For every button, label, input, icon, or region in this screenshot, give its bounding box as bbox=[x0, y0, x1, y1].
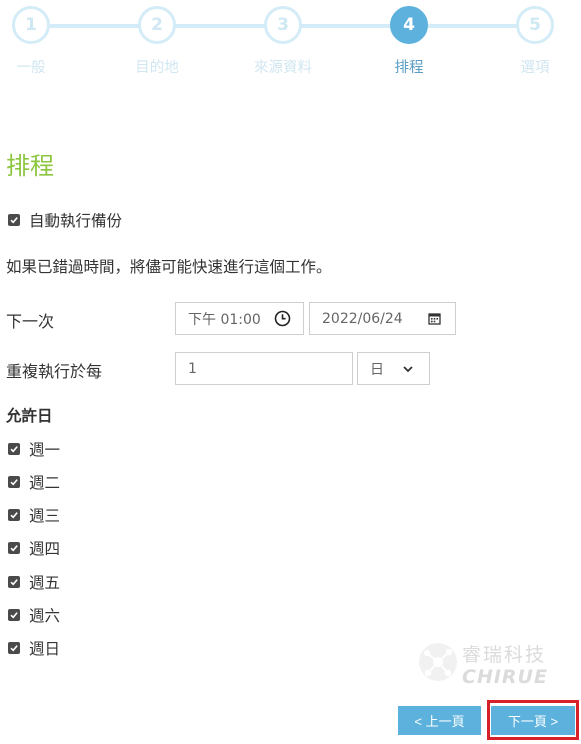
step-5-circle[interactable]: 5 bbox=[516, 6, 554, 44]
step-2-circle[interactable]: 2 bbox=[138, 6, 176, 44]
step-connector bbox=[50, 24, 140, 28]
day-checkbox[interactable] bbox=[8, 642, 20, 654]
checkmark-icon bbox=[10, 446, 18, 453]
step-5-label: 選項 bbox=[520, 60, 550, 76]
day-label: 週三 bbox=[29, 507, 61, 525]
step-3-label: 來源資料 bbox=[254, 60, 312, 76]
auto-backup-label: 自動執行備份 bbox=[29, 212, 123, 230]
watermark-logo: 睿瑞科技 CHIRUE bbox=[418, 636, 548, 692]
wizard-stepper: 1 2 3 4 5 一般 目的地 來源資料 排程 選項 bbox=[0, 0, 581, 84]
step-4-label: 排程 bbox=[394, 60, 424, 76]
step-connector bbox=[301, 24, 391, 28]
next-button-highlight bbox=[487, 700, 579, 740]
step-1-circle[interactable]: 1 bbox=[12, 6, 50, 44]
next-run-date-input[interactable]: 2022/06/24 bbox=[309, 302, 456, 335]
day-label: 週五 bbox=[29, 574, 61, 592]
day-checkbox-row[interactable]: 週一 bbox=[8, 438, 60, 460]
repeat-label: 重複執行於每 bbox=[6, 362, 103, 381]
next-run-label: 下一次 bbox=[6, 312, 55, 331]
step-2-label: 目的地 bbox=[135, 60, 179, 76]
checkmark-icon bbox=[10, 645, 18, 652]
day-checkbox-row[interactable]: 週六 bbox=[8, 604, 60, 626]
day-checkbox-row[interactable]: 週五 bbox=[8, 571, 60, 593]
day-checkbox[interactable] bbox=[8, 509, 20, 521]
checkmark-icon bbox=[10, 579, 18, 586]
repeat-interval-input[interactable]: 1 bbox=[175, 352, 353, 385]
repeat-unit-select[interactable]: 日 bbox=[357, 352, 430, 385]
day-checkbox[interactable] bbox=[8, 576, 20, 588]
checkmark-icon bbox=[10, 612, 18, 619]
allowed-days-title: 允許日 bbox=[6, 407, 53, 425]
next-run-time-value: 下午 01:00 bbox=[188, 311, 261, 328]
molecule-icon bbox=[419, 643, 457, 681]
checkmark-icon bbox=[10, 545, 18, 552]
day-checkbox-row[interactable]: 週日 bbox=[8, 637, 60, 659]
day-label: 週日 bbox=[29, 640, 61, 658]
checkmark-icon bbox=[10, 217, 18, 224]
next-run-time-input[interactable]: 下午 01:00 bbox=[175, 302, 304, 335]
day-label: 週六 bbox=[29, 607, 61, 625]
day-checkbox-row[interactable]: 週四 bbox=[8, 537, 60, 559]
day-checkbox[interactable] bbox=[8, 609, 20, 621]
auto-backup-checkbox[interactable] bbox=[8, 214, 20, 226]
step-connector bbox=[427, 24, 517, 28]
day-label: 週一 bbox=[29, 441, 61, 459]
calendar-icon[interactable] bbox=[425, 310, 443, 328]
step-4-circle[interactable]: 4 bbox=[390, 6, 428, 44]
clock-icon[interactable] bbox=[273, 310, 291, 328]
step-connector bbox=[175, 24, 265, 28]
day-label: 週二 bbox=[29, 474, 61, 492]
day-label: 週四 bbox=[29, 540, 61, 558]
repeat-unit-value: 日 bbox=[370, 361, 384, 378]
page-title: 排程 bbox=[6, 152, 54, 180]
day-checkbox[interactable] bbox=[8, 476, 20, 488]
watermark-subname: CHIRUE bbox=[462, 666, 548, 688]
day-checkbox-row[interactable]: 週二 bbox=[8, 471, 60, 493]
missed-run-note: 如果已錯過時間，將儘可能快速進行這個工作。 bbox=[6, 258, 332, 276]
day-checkbox[interactable] bbox=[8, 542, 20, 554]
next-run-date-value: 2022/06/24 bbox=[322, 310, 403, 327]
checkmark-icon bbox=[10, 512, 18, 519]
day-checkbox[interactable] bbox=[8, 443, 20, 455]
step-1-label: 一般 bbox=[16, 60, 46, 76]
step-3-circle[interactable]: 3 bbox=[264, 6, 302, 44]
day-checkbox-row[interactable]: 週三 bbox=[8, 504, 60, 526]
previous-button[interactable]: < 上一頁 bbox=[398, 706, 481, 735]
checkmark-icon bbox=[10, 479, 18, 486]
repeat-interval-value: 1 bbox=[188, 360, 197, 377]
auto-backup-checkbox-row[interactable]: 自動執行備份 bbox=[8, 209, 122, 231]
chevron-down-icon bbox=[399, 360, 417, 378]
watermark-name: 睿瑞科技 bbox=[462, 644, 547, 666]
